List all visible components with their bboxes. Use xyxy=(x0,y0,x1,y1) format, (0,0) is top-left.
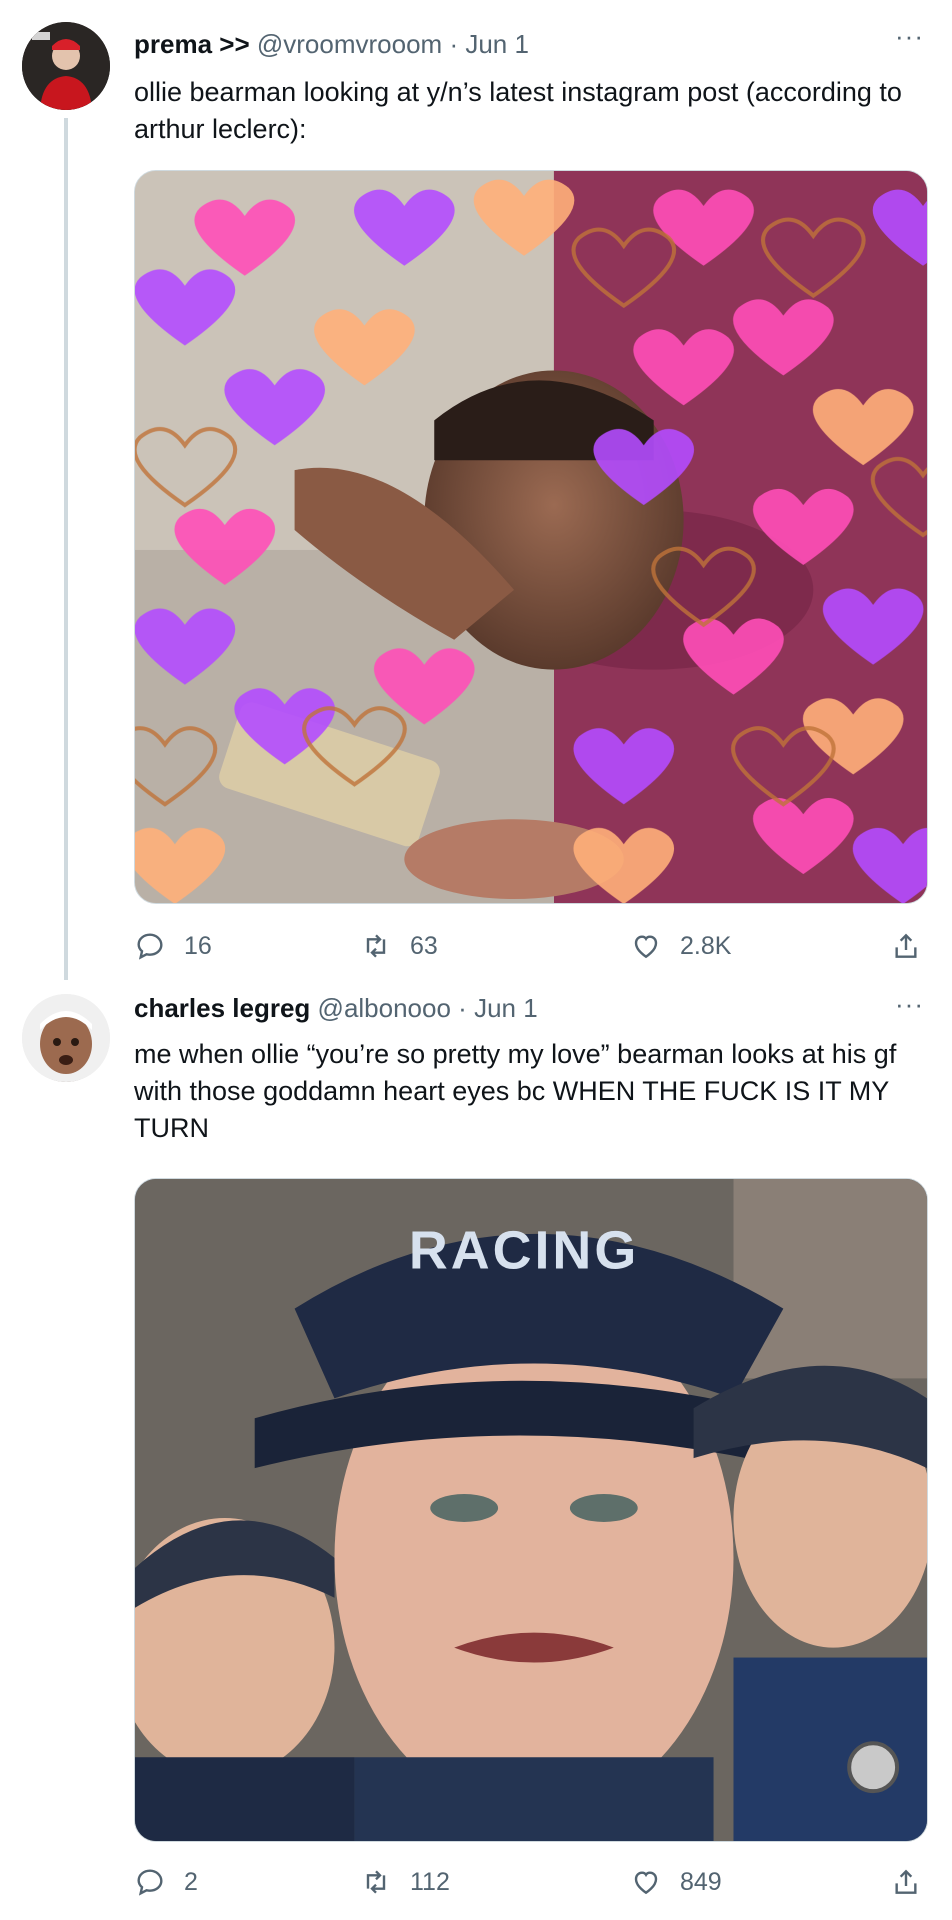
more-options-icon[interactable]: ··· xyxy=(895,991,924,1017)
like-count: 2.8K xyxy=(680,931,732,960)
reply-count: 2 xyxy=(184,1867,198,1896)
display-name[interactable]: charles legreg xyxy=(134,993,310,1023)
more-options-icon[interactable]: ··· xyxy=(895,23,924,49)
heart-icon xyxy=(634,935,658,959)
separator-dot: · xyxy=(449,29,459,59)
retweet-button[interactable]: 112 xyxy=(360,1862,450,1902)
reply-button[interactable]: 16 xyxy=(134,926,212,966)
retweet-arrows-icon xyxy=(366,934,386,958)
tweet-actions-bar: 2 112 849 xyxy=(134,1862,928,1902)
tweet-text: me when ollie “you’re so pretty my love”… xyxy=(134,1039,897,1143)
user-handle[interactable]: @albonooo xyxy=(318,993,451,1023)
share-upload-icon xyxy=(895,1869,917,1894)
heart-icon xyxy=(634,1871,658,1895)
share-button[interactable] xyxy=(890,1862,922,1902)
like-button[interactable]: 2.8K xyxy=(630,926,731,966)
speech-bubble-icon xyxy=(137,1869,163,1896)
tweet-header: prema >> @vroomvrooom · Jun 1 xyxy=(134,28,529,60)
user-handle[interactable]: @vroomvrooom xyxy=(257,29,442,59)
avatar[interactable] xyxy=(22,22,110,110)
tweet-actions-bar: 16 63 2.8K xyxy=(134,926,928,966)
separator-dot: · xyxy=(458,993,467,1023)
tweet-media-image[interactable] xyxy=(134,170,928,904)
like-count: 849 xyxy=(680,1867,722,1896)
display-name[interactable]: prema >> xyxy=(134,29,250,59)
retweet-count: 112 xyxy=(410,1867,450,1896)
reply-count: 16 xyxy=(184,931,212,960)
thread-connector-line xyxy=(64,118,68,980)
tweet-media-image[interactable]: RACING xyxy=(134,1178,928,1842)
tweet-date[interactable]: Jun 1 xyxy=(465,29,529,59)
speech-bubble-icon xyxy=(137,933,163,960)
cap-logo-text: RACING xyxy=(409,1221,639,1281)
retweet-arrows-icon xyxy=(366,1870,386,1894)
tweet-text: ollie bearman looking at y/n’s latest in… xyxy=(134,77,902,144)
avatar[interactable] xyxy=(22,994,110,1082)
tweet-date[interactable]: Jun 1 xyxy=(474,993,538,1023)
share-upload-icon xyxy=(895,933,917,958)
retweet-count: 63 xyxy=(410,931,438,960)
tweet[interactable]: charles legreg @albonooo · Jun 1 ··· me … xyxy=(0,980,952,1920)
like-button[interactable]: 849 xyxy=(630,1862,722,1902)
reply-button[interactable]: 2 xyxy=(134,1862,198,1902)
share-button[interactable] xyxy=(890,926,922,966)
retweet-button[interactable]: 63 xyxy=(360,926,438,966)
tweet[interactable]: prema >> @vroomvrooom · Jun 1 ··· ollie … xyxy=(0,0,952,980)
tweet-header: charles legreg @albonooo · Jun 1 xyxy=(134,992,538,1024)
